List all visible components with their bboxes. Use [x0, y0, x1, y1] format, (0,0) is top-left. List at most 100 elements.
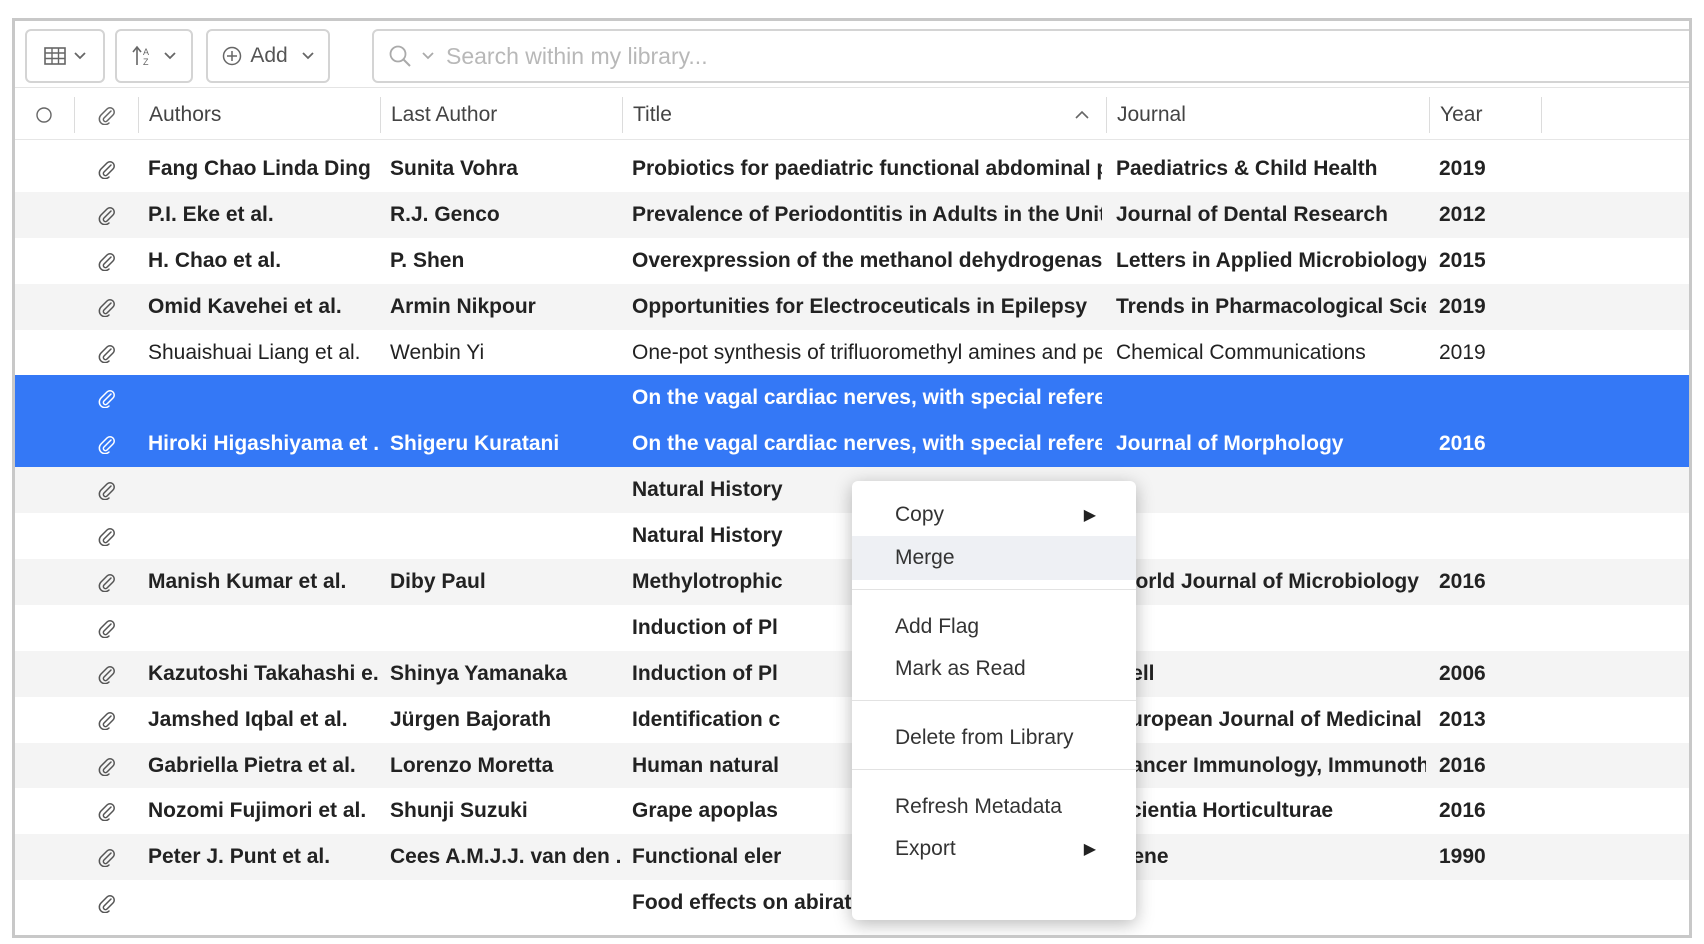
- sort-ascending-icon: [1075, 110, 1089, 119]
- view-mode-button[interactable]: [25, 29, 105, 83]
- cell-authors: H. Chao et al.: [148, 248, 282, 272]
- cell-journal: European Journal of Medicinal ...: [1116, 707, 1426, 731]
- column-authors[interactable]: Authors: [139, 91, 380, 139]
- search-input[interactable]: [444, 41, 1648, 71]
- cell-authors: [148, 513, 378, 559]
- paperclip-icon: [98, 298, 115, 317]
- attachment-cell[interactable]: [95, 697, 119, 743]
- menu-item-merge-label: Merge: [895, 546, 955, 569]
- chevron-down-icon: [302, 52, 314, 60]
- cell-last-author: Sunita Vohra: [390, 156, 518, 180]
- attachment-cell[interactable]: [95, 330, 119, 376]
- search-box[interactable]: [372, 29, 1689, 83]
- table-row[interactable]: Shuaishuai Liang et al. Wenbin Yi One-pot …: [15, 330, 1689, 376]
- attachment-cell[interactable]: [95, 375, 119, 421]
- paperclip-icon: [98, 107, 115, 125]
- menu-item-mark-as-read[interactable]: Mark as Read: [852, 647, 1136, 691]
- search-icon: [389, 45, 411, 67]
- attachment-cell[interactable]: [95, 238, 119, 284]
- column-year[interactable]: Year: [1430, 91, 1540, 139]
- menu-item-copy[interactable]: Copy ▶: [852, 493, 1136, 537]
- attachment-cell[interactable]: [95, 284, 119, 330]
- cell-journal: Cancer Immunology, Immunoth...: [1116, 753, 1426, 777]
- cell-journal: Letters in Applied Microbiology: [1116, 248, 1426, 272]
- cell-last-author: R.J. Genco: [390, 202, 500, 226]
- library-window: A Z Add Search within my library... Auth…: [12, 18, 1692, 938]
- attachment-cell[interactable]: [95, 513, 119, 559]
- column-journal[interactable]: Journal: [1107, 91, 1427, 139]
- cell-authors: Peter J. Punt et al.: [148, 845, 331, 869]
- menu-item-delete[interactable]: Delete from Library: [852, 716, 1136, 760]
- cell-authors: [148, 880, 378, 926]
- attachment-cell[interactable]: [95, 421, 119, 467]
- cell-journal: Journal of Morphology: [1116, 432, 1344, 456]
- table-row[interactable]: On the vagal cardiac nerves, with specia…: [15, 375, 1689, 422]
- table-row[interactable]: Hiroki Higashiyama et ... Shigeru Kuratan…: [15, 421, 1689, 468]
- attachment-cell[interactable]: [95, 146, 119, 192]
- menu-item-refresh-metadata[interactable]: Refresh Metadata: [852, 785, 1136, 829]
- attachment-cell[interactable]: [95, 605, 119, 651]
- menu-item-mark-as-read-label: Mark as Read: [895, 657, 1026, 680]
- cell-year: 2012: [1439, 202, 1486, 226]
- column-title[interactable]: Title: [623, 91, 1063, 139]
- cell-last-author: Wenbin Yi: [390, 340, 485, 364]
- cell-year: 2016: [1439, 432, 1486, 456]
- cell-last-author: [390, 513, 620, 559]
- table-row[interactable]: P.I. Eke et al. R.J. Genco Prevalence of P…: [15, 191, 1689, 238]
- table-row[interactable]: Fang Chao Linda Ding ... Sunita Vohra Prob…: [15, 146, 1689, 192]
- add-button[interactable]: Add: [206, 29, 330, 83]
- cell-authors: [148, 605, 378, 651]
- cell-authors: [148, 467, 378, 513]
- cell-year: 2016: [1439, 753, 1486, 777]
- cell-last-author: [390, 375, 620, 421]
- cell-title: Overexpression of the methanol dehydroge…: [632, 248, 1102, 272]
- column-last-author[interactable]: Last Author: [381, 91, 622, 139]
- menu-item-add-flag-label: Add Flag: [895, 615, 980, 638]
- attachment-cell[interactable]: [95, 834, 119, 880]
- chevron-down-icon: [74, 52, 86, 60]
- select-all-column[interactable]: [15, 91, 73, 139]
- attachment-cell[interactable]: [95, 743, 119, 789]
- paperclip-icon: [98, 803, 115, 822]
- paperclip-icon: [98, 160, 115, 179]
- attachment-cell[interactable]: [95, 880, 119, 926]
- paperclip-icon: [98, 528, 115, 547]
- attachment-cell[interactable]: [95, 788, 119, 834]
- cell-authors: [148, 375, 378, 421]
- cell-journal: [1116, 880, 1426, 926]
- cell-journal: Journal of Dental Research: [1116, 202, 1388, 226]
- sort-button[interactable]: A Z: [115, 29, 193, 83]
- chevron-down-icon: [164, 52, 176, 60]
- cell-year: 1990: [1439, 845, 1486, 869]
- cell-last-author: [390, 467, 620, 513]
- paperclip-icon: [98, 390, 115, 409]
- chevron-down-icon[interactable]: [422, 52, 434, 60]
- cell-authors: Kazutoshi Takahashi e...: [148, 661, 378, 685]
- cell-year: 2019: [1439, 156, 1486, 180]
- svg-text:Z: Z: [143, 57, 149, 67]
- cell-last-author: Shigeru Kuratani: [390, 432, 560, 456]
- cell-last-author: [390, 880, 620, 926]
- paperclip-icon: [98, 344, 115, 363]
- paperclip-icon: [98, 619, 115, 638]
- attachment-cell[interactable]: [95, 192, 119, 238]
- toolbar: A Z Add: [15, 21, 1689, 88]
- menu-item-add-flag[interactable]: Add Flag: [852, 605, 1136, 649]
- cell-journal: Gene: [1116, 845, 1169, 869]
- menu-item-merge[interactable]: Merge: [852, 536, 1136, 580]
- attachment-column[interactable]: [75, 91, 138, 139]
- cell-authors: P.I. Eke et al.: [148, 202, 274, 226]
- cell-year: 2019: [1439, 340, 1486, 364]
- paperclip-icon: [98, 895, 115, 914]
- attachment-cell[interactable]: [95, 559, 119, 605]
- table-row[interactable]: H. Chao et al. P. Shen Overexpression of t…: [15, 238, 1689, 284]
- menu-item-delete-label: Delete from Library: [895, 726, 1074, 749]
- cell-last-author: [390, 605, 620, 651]
- cell-journal: [1116, 467, 1426, 513]
- attachment-cell[interactable]: [95, 651, 119, 697]
- attachment-cell[interactable]: [95, 467, 119, 513]
- cell-last-author: Shinya Yamanaka: [390, 661, 568, 685]
- cell-authors: Omid Kavehei et al.: [148, 294, 342, 318]
- table-row[interactable]: Omid Kavehei et al. Armin Nikpour Opportun…: [15, 283, 1689, 330]
- menu-item-export[interactable]: Export ▶: [852, 827, 1136, 871]
